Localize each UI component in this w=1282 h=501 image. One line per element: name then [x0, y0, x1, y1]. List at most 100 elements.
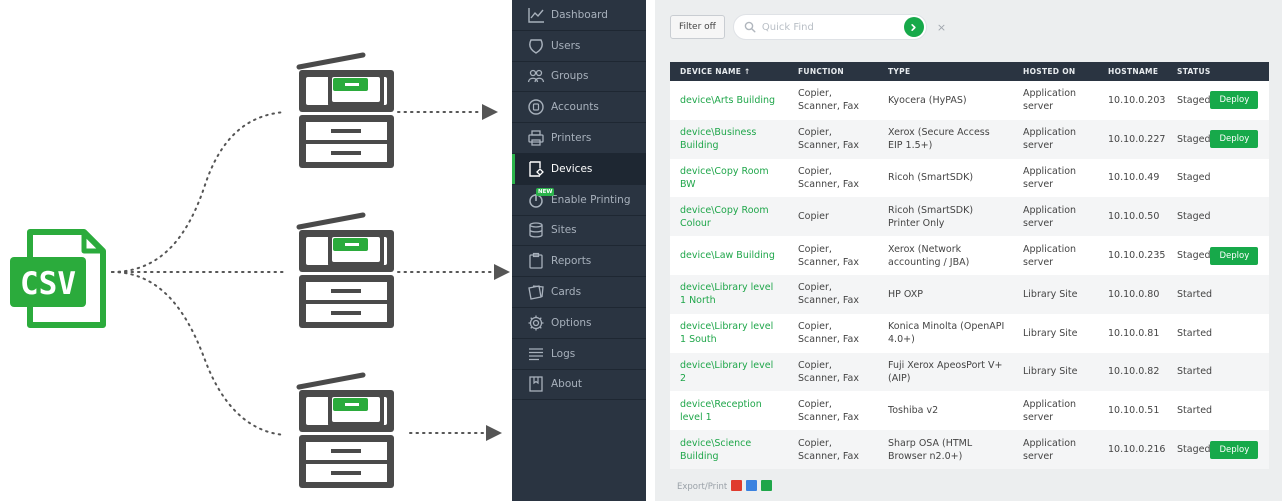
cell-hosted-on: Application server	[1023, 127, 1077, 152]
device-link[interactable]: device\Library level 1 North	[680, 282, 773, 306]
printer-device-icon	[296, 212, 394, 328]
cell-device-name: device\Business Building	[670, 120, 788, 159]
cell-status: Started	[1167, 314, 1269, 353]
cell-hosted-on: Application server	[1023, 437, 1077, 462]
sidebar-item-about[interactable]: About	[512, 370, 646, 401]
table-row: device\Library level 1 South Copier, Scan…	[670, 313, 1269, 353]
deploy-button[interactable]: Deploy	[1210, 130, 1259, 149]
sidebar-item-accounts[interactable]: Accounts	[512, 92, 646, 124]
cell-type: Xerox (Network accounting / JBA)	[888, 243, 970, 268]
export-print-bar: Export/Print	[677, 480, 773, 494]
cell-type: Ricoh (SmartSDK)	[888, 172, 974, 184]
export-print-label: Export/Print	[677, 482, 728, 492]
device-icon	[523, 159, 549, 179]
sidebar-item-enable-printing[interactable]: NEW Enable Printing	[512, 185, 646, 216]
cell-device-name: device\Law Building	[670, 236, 788, 275]
sidebar-item-label: Accounts	[551, 101, 599, 114]
column-header-device-name[interactable]: DEVICE NAME ↑	[670, 62, 788, 81]
sidebar-item-sites[interactable]: Sites	[512, 216, 646, 247]
cell-type: Xerox (Secure Access EIP 1.5+)	[888, 127, 990, 152]
device-link[interactable]: device\Business Building	[680, 127, 756, 151]
cell-hosted-on: Application server	[1023, 88, 1077, 113]
sidebar-item-label: Sites	[551, 224, 577, 237]
arrow-heads	[482, 104, 510, 441]
cell-hosted-on: Application server	[1023, 204, 1077, 229]
deploy-button[interactable]: Deploy	[1210, 440, 1259, 459]
status-text: Staged	[1177, 211, 1211, 223]
cell-type: Konica Minolta (OpenAPI 4.0+)	[888, 321, 1005, 346]
cell-device-name: device\Library level 1 South	[670, 314, 788, 353]
sidebar-item-label: Logs	[551, 347, 576, 360]
doc-icon[interactable]	[746, 480, 758, 491]
device-link[interactable]: device\Reception level 1	[680, 399, 762, 423]
status-text: Staged	[1177, 250, 1211, 262]
column-header-hosted-on[interactable]: HOSTED ON	[1013, 62, 1098, 81]
sidebar-item-users[interactable]: Users	[512, 31, 646, 62]
devices-table-container: DEVICE NAME ↑ FUNCTION TYPE HOSTED ON HO…	[670, 62, 1269, 469]
csv-to-devices-illustration: CSV	[0, 0, 512, 501]
table-row: device\Library level 2 Copier, Scanner, F…	[670, 352, 1269, 392]
group-icon	[523, 66, 549, 86]
deploy-button[interactable]: Deploy	[1210, 91, 1259, 110]
cell-hosted-on: Application server	[1023, 243, 1077, 268]
cell-device-name: device\Copy Room BW	[670, 159, 788, 198]
cell-function: Copier, Scanner, Fax	[798, 88, 859, 113]
device-link[interactable]: device\Arts Building	[680, 95, 775, 106]
csv-file-icon: CSV	[10, 229, 106, 328]
spreadsheet-icon[interactable]	[761, 480, 773, 491]
quick-find-input[interactable]	[761, 21, 902, 33]
column-header-function[interactable]: FUNCTION	[788, 62, 878, 81]
cell-type: Sharp OSA (HTML Browser n2.0+)	[888, 437, 973, 462]
cell-type: Kyocera (HyPAS)	[888, 94, 967, 106]
cell-function: Copier, Scanner, Fax	[798, 321, 859, 346]
chart-line-icon	[523, 5, 549, 25]
arrow-right-icon	[482, 104, 498, 120]
sidebar-item-devices[interactable]: Devices	[512, 153, 646, 185]
cell-hosted-on: Library Site	[1023, 366, 1078, 378]
cell-hostname: 10.10.0.49	[1108, 172, 1160, 184]
cell-device-name: device\Library level 1 North	[670, 275, 788, 314]
sidebar-item-cards[interactable]: Cards	[512, 277, 646, 308]
cell-device-name: device\Science Building	[670, 430, 788, 469]
device-link[interactable]: device\Copy Room Colour	[680, 205, 769, 229]
status-text: Staged	[1177, 133, 1211, 145]
sidebar-item-printers[interactable]: Printers	[512, 123, 646, 154]
device-link[interactable]: device\Library level 1 South	[680, 321, 773, 345]
column-header-status[interactable]: STATUS	[1167, 62, 1269, 81]
column-header-type[interactable]: TYPE	[878, 62, 1013, 81]
search-go-button[interactable]	[903, 17, 924, 37]
cards-icon	[523, 282, 549, 302]
csv-label: CSV	[20, 266, 76, 302]
cell-status: Started	[1167, 353, 1269, 392]
cell-function: Copier, Scanner, Fax	[798, 127, 859, 152]
sidebar-item-dashboard[interactable]: Dashboard	[512, 0, 646, 31]
cell-function: Copier	[798, 211, 829, 223]
cell-function: Copier, Scanner, Fax	[798, 282, 859, 307]
clipboard-icon	[523, 251, 549, 271]
column-header-hostname[interactable]: HOSTNAME	[1098, 62, 1167, 81]
book-icon	[523, 374, 549, 394]
cell-hostname: 10.10.0.50	[1108, 211, 1160, 223]
device-link[interactable]: device\Science Building	[680, 438, 751, 462]
sidebar-item-logs[interactable]: Logs	[512, 339, 646, 370]
cell-device-name: device\Reception level 1	[670, 391, 788, 430]
cell-status: Started	[1167, 275, 1269, 314]
gear-icon	[523, 313, 549, 333]
sidebar-item-options[interactable]: Options	[512, 308, 646, 339]
deploy-button[interactable]: Deploy	[1210, 246, 1259, 265]
table-row: device\Copy Room Colour Copier Ricoh (Smar…	[670, 197, 1269, 237]
sidebar-item-label: About	[551, 378, 583, 391]
sidebar-item-groups[interactable]: Groups	[512, 62, 646, 93]
device-link[interactable]: device\Library level 2	[680, 360, 773, 384]
cell-type: Ricoh (SmartSDK) Printer Only	[888, 204, 974, 229]
device-link[interactable]: device\Law Building	[680, 250, 775, 261]
status-text: Started	[1177, 405, 1213, 417]
pdf-icon[interactable]	[731, 480, 743, 491]
filter-toggle-button[interactable]: Filter off	[670, 15, 725, 39]
printer-icon	[523, 128, 549, 148]
clear-search-button[interactable]: ×	[937, 21, 946, 34]
sidebar-nav: Dashboard Users Groups Accounts Printers Devi…	[512, 0, 646, 501]
sidebar-item-reports[interactable]: Reports	[512, 246, 646, 278]
device-link[interactable]: device\Copy Room BW	[680, 166, 769, 190]
sidebar-item-label: Enable Printing	[551, 193, 631, 206]
